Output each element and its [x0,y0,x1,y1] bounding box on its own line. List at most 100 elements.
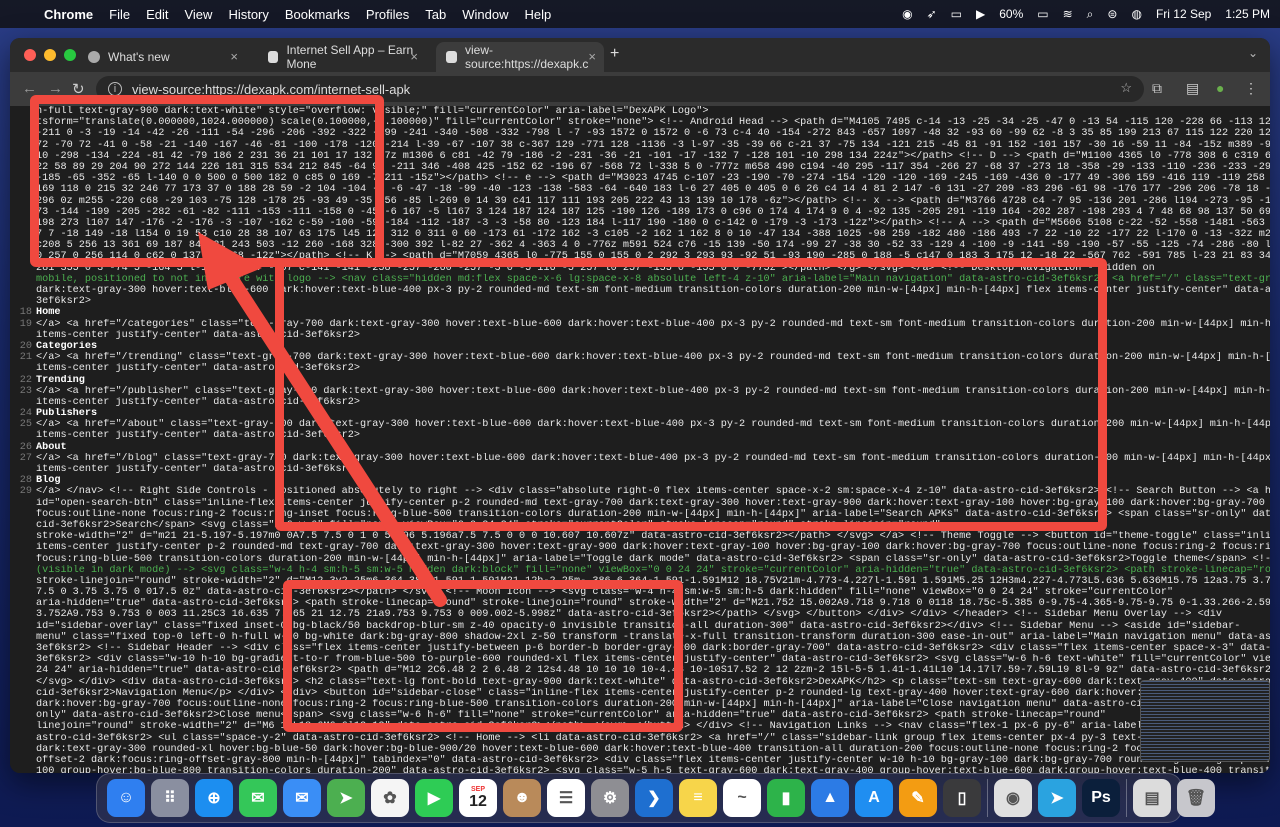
app-glyph: ▲ [822,789,838,806]
app-glyph: ≡ [693,789,703,806]
menu-tab[interactable]: Tab [417,7,454,22]
menubar-time[interactable]: 1:25 PM [1225,7,1270,21]
maps-app[interactable]: ➤ [327,779,365,817]
calendar-app[interactable]: SEP 12 [459,779,497,817]
extensions-icon[interactable]: ⧉ [1152,80,1162,97]
line-number: 23 [19,385,32,397]
notes-app[interactable]: ≡ [679,779,717,817]
app-glyph: ✉ [251,790,265,807]
contacts-app[interactable]: ☻ [503,779,541,817]
keynote-app[interactable]: ▲ [811,779,849,817]
close-tab-icon[interactable]: × [230,49,238,64]
line-number: 18 [19,307,32,319]
app-glyph: ✎ [911,790,925,807]
line-text: Home [36,307,61,319]
freeform-app[interactable]: ~ [723,779,761,817]
menu-profiles[interactable]: Profiles [358,7,417,22]
iphone-mirroring-app[interactable]: ▯ [943,779,981,817]
zoom-window-button[interactable] [64,49,76,61]
mail-app[interactable]: ✉ [283,779,321,817]
line-text: astro-cid-3ef6ksr2> <ul class="space-y-2… [36,732,1270,744]
menu-help[interactable]: Help [517,7,560,22]
photoshop-app[interactable]: Ps [1082,779,1120,817]
line-number: 27 [19,452,32,464]
minimize-window-button[interactable] [44,49,56,61]
line-text: dark:text-gray-300 rounded-xl hover:bg-b… [36,743,1270,755]
telegram-app[interactable]: ➤ [1038,779,1076,817]
menu-edit[interactable]: Edit [138,7,176,22]
source-line: dark:text-gray-300 rounded-xl hover:bg-b… [10,744,1270,755]
search-icon[interactable]: ⌕ [1087,7,1094,22]
control-center-icon[interactable]: ⊜ [1107,7,1117,21]
system-settings-app[interactable]: ⚙ [591,779,629,817]
chrome-app[interactable]: ◉ [994,779,1032,817]
play-icon[interactable]: ▶ [976,7,985,21]
rocket-icon[interactable]: ➶ [927,7,937,21]
facetime-app[interactable]: ▶ [415,779,453,817]
tab-internet-sell-app[interactable]: Internet Sell App – Earn Mone × [258,42,426,72]
tab-view-source[interactable]: view-source:https://dexapk.c × [436,42,604,72]
app-glyph: ⠿ [164,790,176,807]
app-glyph: ➤ [339,790,353,807]
source-line: stroke-width="2" d="m21 21-5.197-5.197m0… [10,531,1270,542]
messages-app[interactable]: ✉ [239,779,277,817]
siri-icon[interactable]: ◍ [1131,7,1141,21]
vscode-app[interactable]: ❯ [635,779,673,817]
menu-window[interactable]: Window [454,7,516,22]
line-number: 28 [19,475,32,487]
pages-app[interactable]: ✎ [899,779,937,817]
app-glyph: ~ [737,789,747,806]
menu-bookmarks[interactable]: Bookmarks [277,7,358,22]
pdf-document[interactable]: ▤ [1133,779,1171,817]
line-text: Blog [36,475,61,487]
wifi-icon[interactable]: ≋ [1063,7,1073,21]
source-line: focus:ring-blue-500 transition-colors du… [10,554,1270,565]
numbers-app[interactable]: ▮ [767,779,805,817]
app-glyph: ⊕ [207,790,221,807]
app-glyph: ▯ [957,790,967,807]
source-line: offset-2 dark:focus:ring-offset-gray-800… [10,755,1270,766]
menubar-date[interactable]: Fri 12 Sep [1156,7,1211,21]
close-window-button[interactable] [24,49,36,61]
site-info-icon[interactable]: i [108,82,122,96]
window-controls [24,49,76,61]
app-menu[interactable]: Chrome [36,7,101,22]
photos-app[interactable]: ✿ [371,779,409,817]
app-glyph: 🗑 [1185,790,1207,807]
line-text: Categories [36,340,98,352]
side-panel-icon[interactable]: ▤ [1186,80,1199,97]
launchpad-app[interactable]: ⠿ [151,779,189,817]
close-tab-icon[interactable]: × [588,49,596,64]
menu-file[interactable]: File [101,7,138,22]
app-store-app[interactable]: A [855,779,893,817]
display-icon[interactable]: ▭ [951,7,962,21]
finder-app[interactable]: ☺ [107,779,145,817]
menu-history[interactable]: History [220,7,276,22]
app-glyph: ✿ [383,790,397,807]
battery-percent[interactable]: 60% [999,7,1023,21]
app-glyph: ▤ [1144,790,1160,807]
reminders-app[interactable]: ☰ [547,779,585,817]
safari-app[interactable]: ⊕ [195,779,233,817]
tab-search-chevron-icon[interactable]: ⌄ [1248,46,1258,60]
more-menu-icon[interactable]: ⋮ [1244,80,1258,97]
new-tab-button[interactable]: + [610,45,619,63]
line-number: 24 [19,408,32,420]
source-line: items-center justify-center p-2 rounded-… [10,542,1270,553]
tab-label: Internet Sell App – Earn Mone [286,43,414,71]
line-number: 26 [19,441,32,453]
tab-label: What's new [108,50,170,64]
menu-bar: Chrome File Edit View History Bookmarks … [0,0,1280,28]
line-text: focus:ring-blue-500 transition-colors du… [36,553,1270,565]
profile-avatar[interactable]: ● [1216,80,1224,96]
chrome-favicon-icon [88,51,100,63]
calendar-day: 12 [469,792,487,810]
status-icon[interactable]: ◉ [902,7,912,21]
bookmark-star-icon[interactable]: ☆ [1120,80,1132,96]
thumbnail-preview[interactable] [1140,680,1270,762]
annotation-box-sidebar-header [283,580,683,732]
close-tab-icon[interactable]: × [410,49,418,64]
menu-view[interactable]: View [176,7,220,22]
tab-whats-new[interactable]: What's new × [78,42,246,72]
trash[interactable]: 🗑 [1177,779,1215,817]
